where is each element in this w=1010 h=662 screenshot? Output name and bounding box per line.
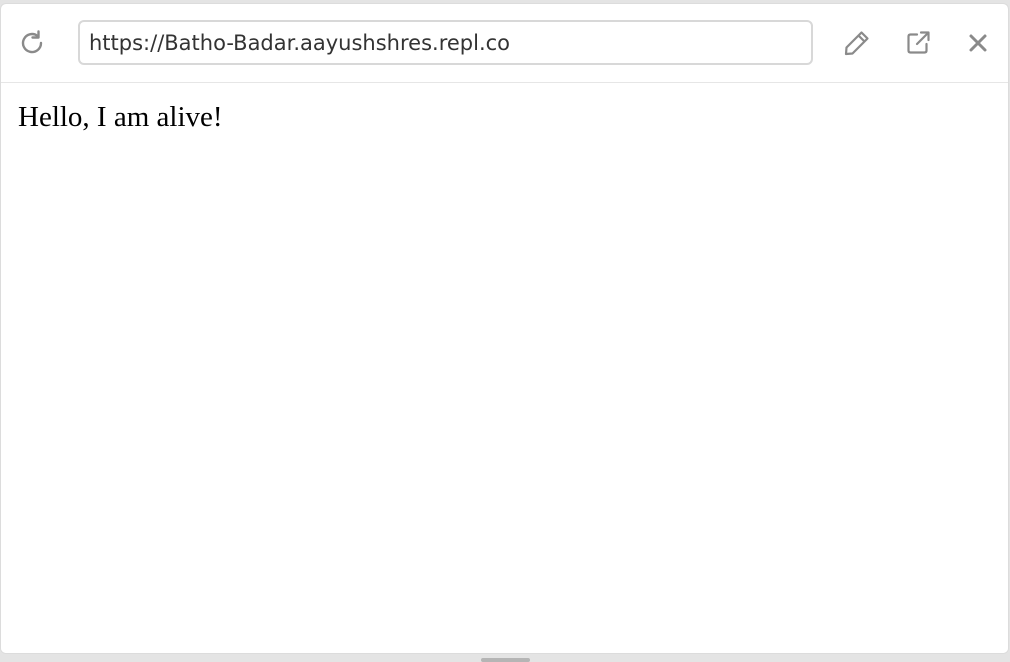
resize-handle[interactable] xyxy=(481,658,530,662)
edit-url-button[interactable] xyxy=(839,25,875,61)
url-input[interactable] xyxy=(78,20,813,65)
webview-toolbar xyxy=(1,4,1008,83)
close-icon xyxy=(969,34,987,52)
close-webview-button[interactable] xyxy=(960,25,996,61)
reload-button[interactable] xyxy=(14,25,50,61)
webview-content: Hello, I am alive! xyxy=(1,83,1008,653)
page-body-text: Hello, I am alive! xyxy=(18,101,223,133)
webview-panel: Hello, I am alive! xyxy=(0,3,1009,654)
pencil-icon xyxy=(844,31,869,56)
reload-icon xyxy=(21,30,43,54)
open-in-new-tab-button[interactable] xyxy=(900,25,936,61)
external-link-icon xyxy=(907,31,930,54)
